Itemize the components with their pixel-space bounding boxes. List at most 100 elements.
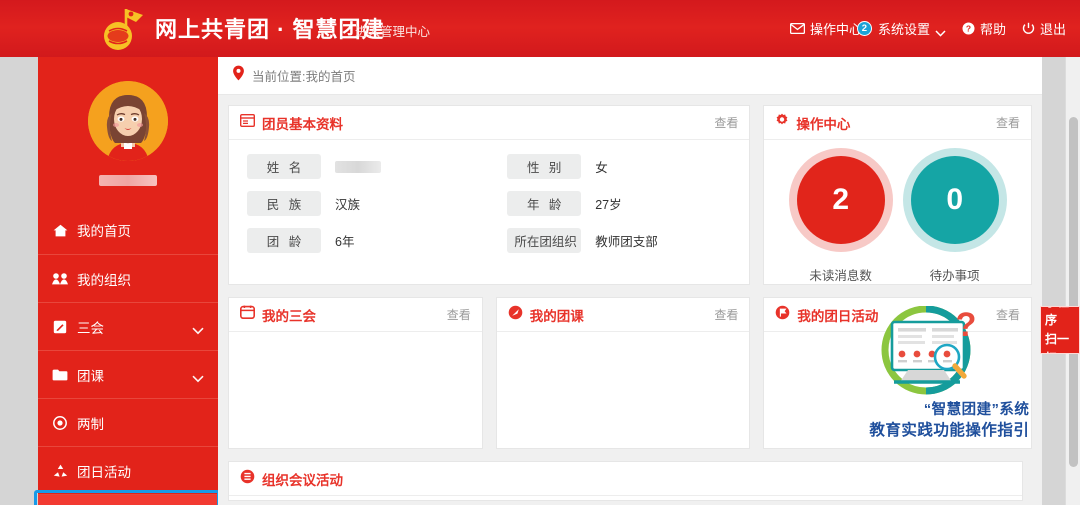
card-more-link[interactable]: 查看 [447,306,471,323]
header-item-label: 系统设置 [877,22,930,37]
target-icon [52,415,68,430]
sidebar-profile [38,57,218,186]
card-title: 团员基本资料 [262,116,343,132]
dashboard: 团员基本资料 查看 姓 名 性 别 女 民 族 汉族 年 龄 27岁 团 龄 6… [218,95,1042,501]
card-title: 我的团课 [529,308,584,324]
field-label: 年 龄 [507,191,582,216]
sidebar-item-liangzhi[interactable]: 两制 [38,398,218,446]
field-row: 姓 名 性 别 女 [229,154,749,179]
gear-icon [775,113,789,132]
sidebar-item-my-organization[interactable]: 我的组织 [38,254,218,302]
user-name-redacted [99,175,157,186]
id-card-icon [239,113,256,132]
sidebar-item-my-home[interactable]: 我的首页 [38,206,218,254]
field-value: 汉族 [335,198,361,212]
sidebar-item-label: 两制 [77,416,104,432]
stat-todo-items[interactable]: 0 待办事项 [910,156,999,284]
field-value: 教师团支部 [595,235,658,249]
field-label: 姓 名 [247,154,321,179]
card-my-sanhui: 我的三会 查看 [228,297,483,449]
card-title: 我的三会 [262,308,316,324]
header-item-label: 退出 [1039,22,1066,37]
field-label: 民 族 [247,191,321,216]
header-item-ops-center[interactable]: 操作中心 2 [789,19,872,38]
envelope-icon [789,23,805,34]
field-value: 27岁 [595,198,622,212]
ops-center-badge: 2 [856,21,872,36]
sidebar-nav: 我的首页 我的组织 三会 团课 两制 团日活动 [34,206,220,505]
sidebar-item-label: 我的首页 [77,224,131,239]
guide-illustration: ? [874,305,986,407]
field-label: 所在团组织 [507,228,582,253]
stat-value: 0 [910,156,999,244]
card-title: 操作中心 [796,116,851,132]
header-item-help[interactable]: ? 帮助 [962,19,1006,38]
field-organization: 所在团组织 教师团支部 [489,228,749,253]
breadcrumb: 当前位置:我的首页 [218,57,1042,95]
sidebar-item-label: 团日活动 [77,464,131,480]
card-org-meetings: 组织会议活动 [228,461,1023,501]
field-label: 团 龄 [247,228,321,253]
card-title: 组织会议活动 [262,472,343,488]
header-item-label: 帮助 [979,22,1006,37]
field-label: 性 别 [507,154,582,179]
recycle-icon [52,464,68,478]
card-header: 团员基本资料 查看 [229,106,750,140]
chevron-down-icon [192,371,204,382]
sidebar-item-relation-transfer[interactable]: 关系接转 [34,490,220,505]
power-icon [1022,22,1035,35]
field-league-age: 团 龄 6年 [229,228,489,253]
breadcrumb-text: 当前位置:我的首页 [252,70,356,84]
user-avatar-female[interactable] [88,81,168,161]
group-icon [52,272,68,285]
field-value: 女 [595,161,608,175]
card-header: 我的三会 查看 [229,298,482,332]
field-age: 年 龄 27岁 [489,191,749,216]
card-my-tuanke: 我的团课 查看 [495,297,751,449]
card-member-profile: 团员基本资料 查看 姓 名 性 别 女 民 族 汉族 年 龄 27岁 团 龄 6… [228,105,751,285]
folder-icon [52,369,68,381]
card-more-link[interactable]: 查看 [996,114,1020,131]
svg-text:?: ? [956,306,977,344]
chevron-down-icon [192,323,204,334]
card-header: 我的团课 查看 [496,298,750,332]
chevron-down-icon [935,25,946,37]
page-scrollbar-thumb[interactable] [1069,117,1078,467]
sidebar-item-label: 我的组织 [77,272,131,288]
stat-unread-messages[interactable]: 2 未读消息数 [796,156,885,284]
card-my-tuanri-activity: 我的团日活动 查看 ? “智慧团建”系统 教育实践功能操作指引 [763,297,1032,449]
stat-label: 未读消息数 [809,269,872,283]
card-more-link[interactable]: 查看 [714,114,738,131]
sidebar-item-sanhui[interactable]: 三会 [38,302,218,350]
sidebar-item-tuanke[interactable]: 团课 [38,350,218,398]
promo-line-2: 教育实践功能操作指引 [869,422,1030,439]
header-item-logout[interactable]: 退出 [1022,19,1066,38]
app-root: 网上共青团 · 智慧团建 进入管理中心 操作中心 2 系统设置 ? 帮助 退出 … [0,0,1080,505]
sidebar-item-label: 三会 [77,320,104,336]
header-actions: 操作中心 2 系统设置 ? 帮助 退出 [789,0,1066,57]
home-icon [52,224,68,237]
dashboard-row-2: 我的三会 查看 我的团课 查看 我的团日活动 查看 ? “智慧团建”系统 教育实… [228,297,1032,449]
enter-admin-link[interactable]: 进入管理中心 [355,21,430,40]
sidebar: 我的首页 我的组织 三会 团课 两制 团日活动 [34,57,220,505]
header-item-label: 操作中心 [809,22,862,37]
card-header: 操作中心 查看 [764,106,1031,140]
promo-banner[interactable]: ? “智慧团建”系统 教育实践功能操作指引 [764,305,1031,448]
sidebar-item-tuanri-activity[interactable]: 团日活动 [38,446,218,494]
card-more-link[interactable]: 查看 [714,306,738,323]
float-tab-line-2: 扫一扫 [1045,332,1070,353]
card-ops-center: 操作中心 查看 2 未读消息数 0 待办事项 [763,105,1032,285]
location-pin-icon [232,65,245,86]
field-ethnicity: 民 族 汉族 [229,191,489,216]
float-tab-line-1: 小程序 [1045,307,1069,328]
field-value: 6年 [335,235,355,249]
page-scrollbar-track[interactable] [1065,57,1080,505]
miniprogram-float-tab[interactable]: 小程序 扫一扫 [1040,306,1080,354]
top-header: 网上共青团 · 智慧团建 进入管理中心 操作中心 2 系统设置 ? 帮助 退出 [0,0,1080,57]
stat-label: 待办事项 [929,269,980,283]
calendar-icon [240,305,255,324]
pencil-icon [52,320,68,334]
sidebar-item-label: 团课 [77,368,104,384]
header-item-system-settings[interactable]: 系统设置 [878,19,946,38]
main-content: 当前位置:我的首页 团员基本资料 查看 姓 名 性 别 女 民 族 汉族 年 龄… [218,57,1042,505]
